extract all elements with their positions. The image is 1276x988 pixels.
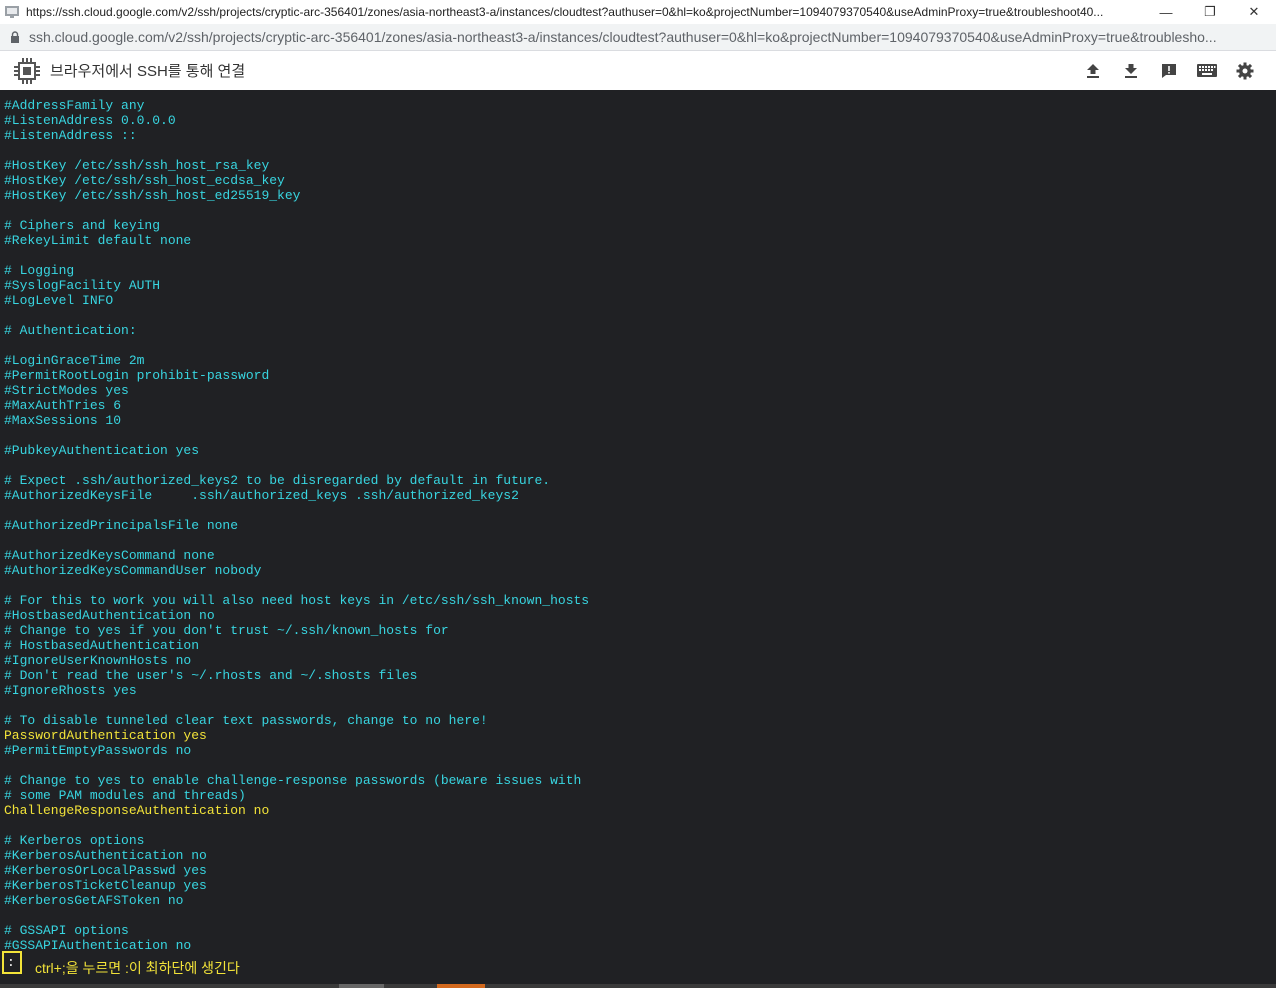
feedback-icon [1162,63,1176,78]
terminal-line: # Expect .ssh/authorized_keys2 to be dis… [4,473,551,488]
terminal-line: #IgnoreRhosts yes [4,683,137,698]
ssh-page-icon [5,6,19,18]
keyboard-icon [1197,63,1217,77]
terminal-line: # Change to yes to enable challenge-resp… [4,773,582,788]
terminal-line: #AuthorizedKeysFile .ssh/authorized_keys… [4,488,519,503]
annotation-hint: ctrl+;을 누르면 :이 최하단에 생긴다 [35,960,240,976]
terminal-line: # GSSAPI options [4,923,129,938]
window-controls: — ❐ ✕ [1144,0,1276,24]
ssh-toolbar: 브라우저에서 SSH를 통해 연결 [0,51,1276,91]
terminal-line: #KerberosAuthentication no [4,848,207,863]
terminal-line: #HostKey /etc/ssh/ssh_host_ecdsa_key [4,173,285,188]
terminal-line: # Logging [4,263,75,278]
restore-button[interactable]: ❐ [1188,0,1232,24]
terminal-line: #HostKey /etc/ssh/ssh_host_rsa_key [4,158,270,173]
keyboard-button[interactable] [1188,51,1226,90]
download-icon [1125,63,1137,78]
terminal-line: #KerberosGetAFSToken no [4,893,184,908]
toolbar-actions [1074,51,1264,90]
download-button[interactable] [1112,51,1150,90]
feedback-button[interactable] [1150,51,1188,90]
window-title-url: https://ssh.cloud.google.com/v2/ssh/proj… [26,5,1104,19]
terminal-line: #LogLevel INFO [4,293,114,308]
terminal-status-bar: : ctrl+;을 누르면 :이 최하단에 생긴다 [0,950,1276,988]
terminal-line: #ListenAddress 0.0.0.0 [4,113,176,128]
terminal-line: #PermitRootLogin prohibit-password [4,368,270,383]
terminal-line: # To disable tunneled clear text passwor… [4,713,488,728]
terminal-line: #StrictModes yes [4,383,129,398]
terminal-output[interactable]: #AddressFamily any #ListenAddress 0.0.0.0… [0,90,1276,950]
upload-button[interactable] [1074,51,1112,90]
terminal-line: # Authentication: [4,323,137,338]
vm-chip-icon [14,57,40,84]
terminal-line: #GSSAPIAuthentication no [4,938,192,950]
terminal-line: PasswordAuthentication yes [4,728,207,743]
terminal-line: # Don't read the user's ~/.rhosts and ~/… [4,668,418,683]
terminal-line: #ListenAddress :: [4,128,137,143]
settings-button[interactable] [1226,51,1264,90]
close-button[interactable]: ✕ [1232,0,1276,24]
horizontal-scrollbar[interactable] [0,984,1276,988]
lock-icon [11,31,19,43]
terminal-line: #AddressFamily any [4,98,145,113]
terminal-line: #RekeyLimit default none [4,233,192,248]
terminal-line: # For this to work you will also need ho… [4,593,590,608]
browser-title-bar: https://ssh.cloud.google.com/v2/ssh/proj… [0,0,1276,24]
gear-icon [1236,62,1254,79]
terminal-line: #KerberosOrLocalPasswd yes [4,863,207,878]
command-prompt: : [7,955,15,970]
terminal-line: #SyslogFacility AUTH [4,278,161,293]
command-cursor[interactable]: : [2,951,22,974]
terminal-line: # Ciphers and keying [4,218,161,233]
scroll-segment-active[interactable] [437,984,485,988]
terminal-line: #MaxSessions 10 [4,413,122,428]
terminal-line: #AuthorizedPrincipalsFile none [4,518,239,533]
minimize-button[interactable]: — [1144,0,1188,24]
terminal-line: # Change to yes if you don't trust ~/.ss… [4,623,449,638]
address-url[interactable]: ssh.cloud.google.com/v2/ssh/projects/cry… [29,29,1269,45]
address-bar[interactable]: ssh.cloud.google.com/v2/ssh/projects/cry… [0,24,1276,51]
terminal-line: # HostbasedAuthentication [4,638,200,653]
terminal-line: #KerberosTicketCleanup yes [4,878,207,893]
terminal-line: #IgnoreUserKnownHosts no [4,653,192,668]
terminal-line: #LoginGraceTime 2m [4,353,145,368]
terminal-line: # Kerberos options [4,833,145,848]
terminal-line: #MaxAuthTries 6 [4,398,122,413]
terminal-line: #HostbasedAuthentication no [4,608,215,623]
terminal-line: #AuthorizedKeysCommand none [4,548,215,563]
terminal-line: ChallengeResponseAuthentication no [4,803,270,818]
terminal-line: #HostKey /etc/ssh/ssh_host_ed25519_key [4,188,301,203]
scroll-segment[interactable] [339,984,384,988]
terminal-line: #PubkeyAuthentication yes [4,443,200,458]
page-title: 브라우저에서 SSH를 통해 연결 [50,63,246,80]
upload-icon [1087,63,1099,78]
terminal-line: #AuthorizedKeysCommandUser nobody [4,563,262,578]
terminal-line: #PermitEmptyPasswords no [4,743,192,758]
terminal-line: # some PAM modules and threads) [4,788,246,803]
